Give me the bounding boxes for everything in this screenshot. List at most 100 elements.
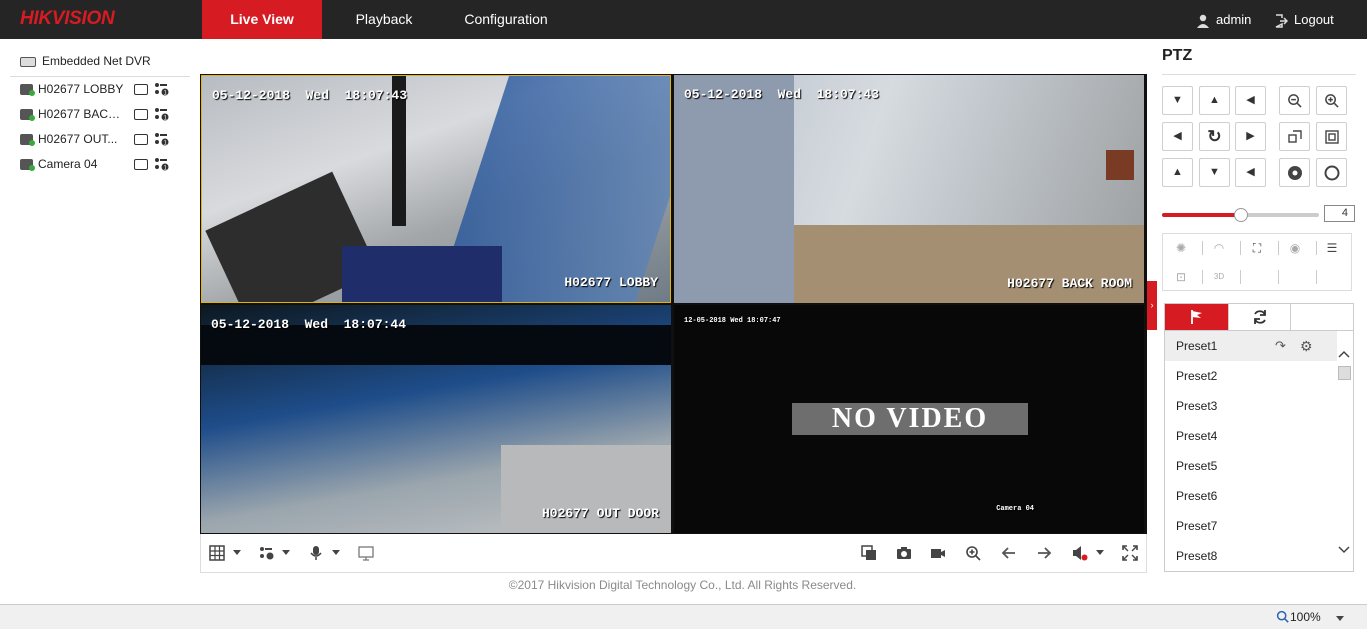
wiper-icon[interactable]: ◠ bbox=[1211, 240, 1227, 256]
divider bbox=[1278, 270, 1279, 284]
tab-live-view[interactable]: Live View bbox=[202, 0, 322, 39]
manual-tracking-icon[interactable]: ◉ bbox=[1287, 240, 1303, 256]
list-item[interactable]: Preset8 bbox=[1165, 541, 1337, 571]
3d-icon[interactable]: 3D bbox=[1211, 269, 1227, 285]
capture-icon[interactable] bbox=[861, 545, 877, 561]
ptz-down-button[interactable]: ▼ bbox=[1199, 158, 1230, 187]
user-menu[interactable]: admin bbox=[1196, 0, 1251, 39]
chevron-down-icon[interactable] bbox=[233, 550, 241, 555]
logout-button[interactable]: Logout bbox=[1274, 0, 1334, 39]
tile-timestamp: 05-12-2018 Wed 18:07:44 bbox=[211, 317, 407, 332]
dvr-icon bbox=[20, 56, 36, 67]
focus-near-button[interactable] bbox=[1279, 122, 1310, 151]
zoom-level[interactable]: 100% bbox=[1290, 610, 1321, 624]
record-icon[interactable] bbox=[134, 109, 148, 120]
stream-type-icon[interactable]: 1 bbox=[154, 132, 170, 146]
tab-preset[interactable] bbox=[1165, 304, 1228, 330]
zoom-icon bbox=[1276, 610, 1289, 623]
record-clip-icon[interactable] bbox=[930, 545, 946, 561]
list-item[interactable]: Preset5 bbox=[1165, 451, 1337, 481]
zoom-out-icon bbox=[1288, 94, 1302, 108]
call-preset-icon[interactable]: ↷ bbox=[1275, 331, 1289, 361]
video-tile-camera-04[interactable]: 12-05-2018 Wed 18:07:47 NO VIDEO Camera … bbox=[674, 305, 1144, 533]
chevron-down-icon[interactable] bbox=[282, 550, 290, 555]
fullscreen-icon[interactable] bbox=[1122, 545, 1138, 561]
tree-root-dvr[interactable]: Embedded Net DVR bbox=[10, 50, 190, 77]
microphone-icon[interactable] bbox=[308, 545, 324, 561]
zoom-out-button[interactable] bbox=[1279, 86, 1310, 115]
menu-icon[interactable]: ☰ bbox=[1324, 240, 1340, 256]
tile-camera-name: H02677 OUT DOOR bbox=[541, 506, 659, 521]
chevron-down-icon[interactable] bbox=[332, 550, 340, 555]
list-item[interactable]: Preset3 bbox=[1165, 391, 1337, 421]
window-layout-icon[interactable] bbox=[209, 545, 225, 561]
ptz-down-right-button[interactable]: ◀ bbox=[1235, 158, 1266, 187]
iris-open-button[interactable] bbox=[1279, 158, 1310, 187]
flag-icon bbox=[1190, 310, 1202, 324]
tab-pattern[interactable] bbox=[1292, 304, 1353, 330]
focus-far-button[interactable] bbox=[1316, 122, 1347, 151]
zoom-in-button[interactable] bbox=[1316, 86, 1347, 115]
preset-label: Preset3 bbox=[1176, 399, 1218, 413]
tab-playback[interactable]: Playback bbox=[336, 0, 432, 39]
ptz-down-left-button[interactable]: ▲ bbox=[1162, 158, 1193, 187]
tab-configuration[interactable]: Configuration bbox=[450, 0, 562, 39]
ptz-auto-rotate-button[interactable]: ↻ bbox=[1199, 122, 1230, 151]
chevron-down-icon[interactable] bbox=[1336, 616, 1344, 621]
ptz-speed-handle[interactable] bbox=[1233, 208, 1248, 222]
list-item[interactable]: Preset7 bbox=[1165, 511, 1337, 541]
collapse-panel-toggle[interactable]: › bbox=[1147, 281, 1157, 330]
ptz-up-left-button[interactable]: ▼ bbox=[1162, 86, 1193, 115]
list-item[interactable]: Preset1 ↷ ⚙ bbox=[1165, 331, 1337, 361]
digital-zoom-icon[interactable] bbox=[965, 545, 981, 561]
preset-list: Preset1 ↷ ⚙ Preset2 Preset3 Preset4 Pres… bbox=[1164, 331, 1354, 572]
stream-type-icon[interactable]: 1 bbox=[154, 82, 170, 96]
next-page-icon[interactable] bbox=[1036, 545, 1052, 561]
iris-close-icon bbox=[1324, 165, 1339, 181]
gear-icon[interactable]: ⚙ bbox=[1300, 331, 1314, 361]
video-tile-back-room[interactable]: 05-12-2018 Wed 18:07:43 H02677 BACK ROOM bbox=[674, 75, 1144, 303]
logout-icon bbox=[1275, 13, 1288, 28]
divider bbox=[1162, 74, 1356, 75]
tab-patrol[interactable] bbox=[1228, 304, 1291, 330]
record-icon[interactable] bbox=[134, 84, 148, 95]
camera-snapshot-icon[interactable] bbox=[896, 545, 912, 561]
3d-positioning-icon[interactable]: ⛶ bbox=[1249, 240, 1265, 256]
video-tile-lobby[interactable]: 05-12-2018 Wed 18:07:43 H02677 LOBBY bbox=[201, 75, 671, 303]
ptz-up-button[interactable]: ▲ bbox=[1199, 86, 1230, 115]
list-item[interactable]: Preset4 bbox=[1165, 421, 1337, 451]
copyright-text: ©2017 Hikvision Digital Technology Co., … bbox=[508, 578, 857, 592]
previous-page-icon[interactable] bbox=[1001, 545, 1017, 561]
tile-camera-name: H02677 BACK ROOM bbox=[1007, 276, 1132, 291]
one-touch-focus-icon[interactable]: ⊡ bbox=[1173, 269, 1189, 285]
device-tree: Embedded Net DVR H02677 LOBBY 1 H02677 B… bbox=[10, 50, 190, 177]
record-icon[interactable] bbox=[134, 159, 148, 170]
ptz-left-button[interactable]: ◀ bbox=[1162, 122, 1193, 151]
camera-item[interactable]: Camera 04 1 bbox=[10, 152, 190, 177]
list-item[interactable]: Preset2 bbox=[1165, 361, 1337, 391]
volume-muted-icon[interactable] bbox=[1072, 545, 1088, 561]
tile-timestamp: 05-12-2018 Wed 18:07:43 bbox=[212, 88, 408, 103]
camera-icon bbox=[20, 134, 35, 147]
video-tile-out-door[interactable]: 05-12-2018 Wed 18:07:44 H02677 OUT DOOR bbox=[201, 305, 671, 533]
camera-item[interactable]: H02677 OUT... 1 bbox=[10, 127, 190, 152]
iris-close-button[interactable] bbox=[1316, 158, 1347, 187]
scrollbar-thumb[interactable] bbox=[1338, 366, 1351, 380]
chevron-down-icon[interactable] bbox=[1096, 550, 1104, 555]
stream-type-icon[interactable]: 1 bbox=[154, 107, 170, 121]
start-all-live-icon[interactable] bbox=[358, 545, 374, 561]
divider bbox=[1240, 270, 1241, 284]
camera-item[interactable]: H02677 LOBBY 1 bbox=[10, 77, 190, 102]
divider bbox=[1202, 270, 1203, 284]
ptz-function-panel: ✺ ◠ ⛶ ◉ ☰ ⊡ 3D bbox=[1162, 233, 1352, 291]
divider bbox=[1240, 241, 1241, 255]
video-grid: 05-12-2018 Wed 18:07:43 H02677 LOBBY 05-… bbox=[200, 74, 1147, 534]
record-icon[interactable] bbox=[134, 134, 148, 145]
camera-item[interactable]: H02677 BACK... 1 bbox=[10, 102, 190, 127]
stream-type-icon[interactable] bbox=[259, 545, 275, 561]
light-icon[interactable]: ✺ bbox=[1173, 240, 1189, 256]
list-item[interactable]: Preset6 bbox=[1165, 481, 1337, 511]
stream-type-icon[interactable]: 1 bbox=[154, 157, 170, 171]
ptz-up-right-button[interactable]: ◀ bbox=[1235, 86, 1266, 115]
ptz-right-button[interactable]: ▶ bbox=[1235, 122, 1266, 151]
